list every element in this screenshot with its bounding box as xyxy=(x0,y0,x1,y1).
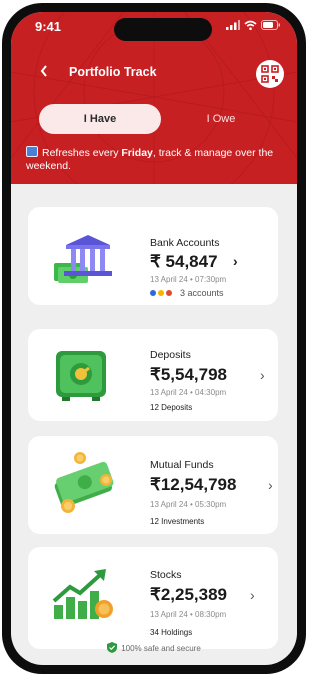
app-screen: 9:41 Portfolio Track I Have I Owe Refres… xyxy=(11,12,297,665)
growth-chart-icon xyxy=(52,569,113,619)
card-date: 13 April 24 • 05:30pm xyxy=(150,500,227,509)
card-mutual-funds[interactable]: Mutual Funds ₹12,54,798 › 13 April 24 • … xyxy=(28,436,278,534)
chevron-right-icon: › xyxy=(260,367,265,383)
card-meta: 12 Investments xyxy=(150,517,205,526)
bank-logo-icon xyxy=(166,290,172,296)
wifi-icon xyxy=(244,20,257,30)
app-header: Portfolio Track xyxy=(11,60,297,88)
chevron-right-icon: › xyxy=(250,587,255,603)
tab-i-have[interactable]: I Have xyxy=(39,104,161,134)
card-amount: ₹ 54,847 xyxy=(150,252,218,271)
bank-logo-icon xyxy=(150,290,156,296)
tab-i-owe[interactable]: I Owe xyxy=(173,104,269,134)
card-title: Deposits xyxy=(150,349,191,361)
chevron-right-icon: › xyxy=(233,253,238,269)
qr-code-icon xyxy=(261,65,279,83)
card-deposits[interactable]: Deposits ₹5,54,798 › 13 April 24 • 04:30… xyxy=(28,329,278,421)
bank-icon xyxy=(54,235,112,283)
card-amount: ₹5,54,798 xyxy=(150,365,227,384)
card-title: Bank Accounts xyxy=(150,237,220,249)
safe-icon xyxy=(56,351,106,401)
shield-check-icon xyxy=(107,642,118,653)
card-meta: 34 Holdings xyxy=(150,628,193,637)
card-meta: 3 accounts xyxy=(180,288,224,298)
card-date: 13 April 24 • 04:30pm xyxy=(150,388,227,397)
card-meta: 12 Deposits xyxy=(150,403,193,412)
dynamic-island xyxy=(114,18,212,41)
chevron-left-icon xyxy=(40,65,47,77)
card-stocks[interactable]: Stocks ₹2,25,389 › 13 April 24 • 08:30pm… xyxy=(28,547,278,649)
page-title: Portfolio Track xyxy=(69,65,157,79)
status-time: 9:41 xyxy=(35,19,62,34)
chevron-right-icon: › xyxy=(268,477,273,493)
card-date: 13 April 24 • 08:30pm xyxy=(150,610,227,619)
phone-frame: 9:41 Portfolio Track I Have I Owe Refres… xyxy=(2,3,306,674)
security-footer: 100% safe and secure xyxy=(11,642,297,653)
notice-day: Friday xyxy=(121,147,153,159)
header-panel: 9:41 Portfolio Track I Have I Owe Refres… xyxy=(11,12,297,184)
bank-logos: 3 accounts xyxy=(150,288,224,298)
card-title: Mutual Funds xyxy=(150,459,214,471)
calendar-icon xyxy=(26,146,38,157)
status-icons xyxy=(226,20,281,30)
signal-icon xyxy=(226,20,240,30)
money-icon xyxy=(54,452,114,513)
card-bank-accounts[interactable]: Bank Accounts ₹ 54,847 › 13 April 24 • 0… xyxy=(28,207,278,305)
refresh-notice: Refreshes every Friday, track & manage o… xyxy=(26,146,288,173)
card-title: Stocks xyxy=(150,569,182,581)
notice-prefix: Refreshes every xyxy=(42,147,122,159)
card-amount: ₹12,54,798 xyxy=(150,475,237,494)
card-date: 13 April 24 • 07:30pm xyxy=(150,275,227,284)
footer-text: 100% safe and secure xyxy=(121,644,201,653)
bank-logo-icon xyxy=(158,290,164,296)
qr-button[interactable] xyxy=(256,60,284,88)
back-button[interactable] xyxy=(40,64,48,80)
tab-switcher: I Have I Owe xyxy=(39,104,269,134)
battery-icon xyxy=(261,20,280,30)
card-amount: ₹2,25,389 xyxy=(150,585,227,604)
